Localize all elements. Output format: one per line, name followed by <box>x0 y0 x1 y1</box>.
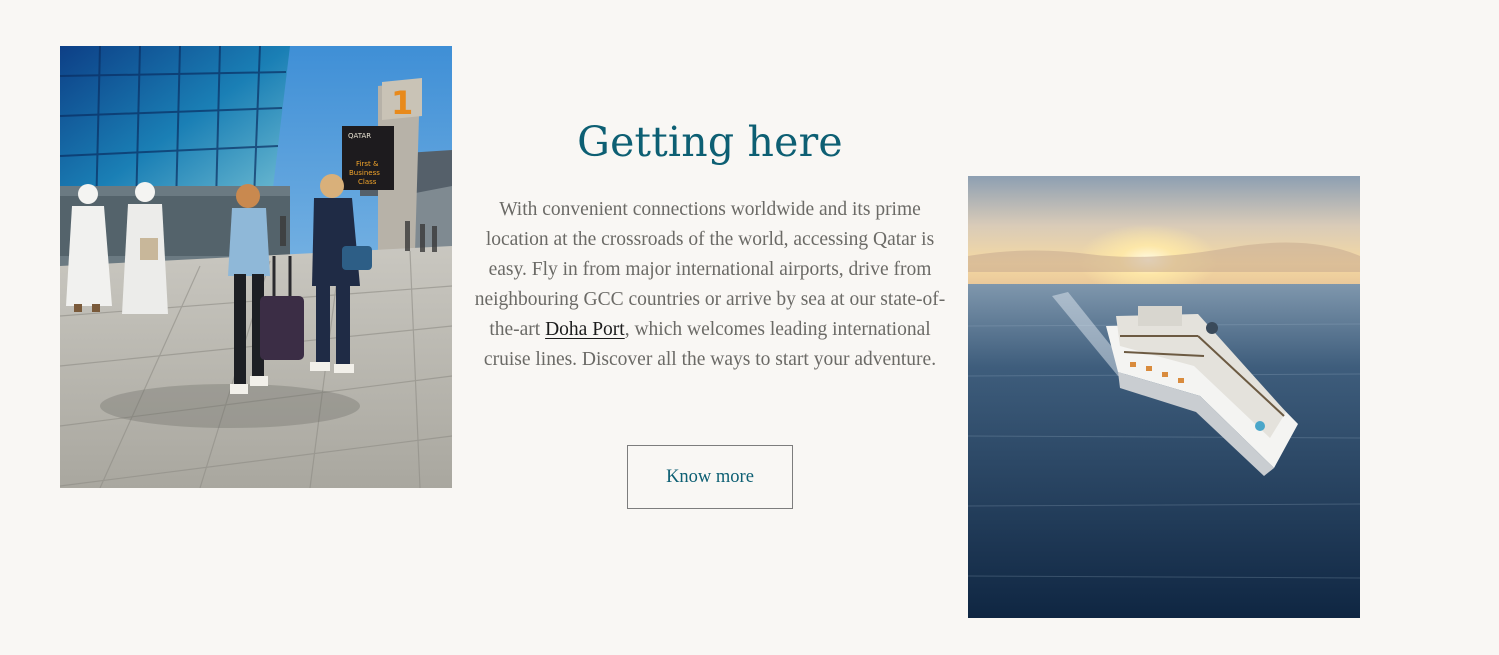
sign-line-2: Business <box>349 169 380 177</box>
sign-number: 1 <box>391 84 413 122</box>
sign-brand: QATAR <box>348 132 371 140</box>
section-title: Getting here <box>577 118 843 166</box>
getting-here-section: Getting here With convenient connections… <box>462 114 958 375</box>
section-description: With convenient connections worldwide an… <box>462 195 958 375</box>
know-more-button[interactable]: Know more <box>627 445 793 509</box>
sign-line-3: Class <box>358 178 377 186</box>
doha-port-link[interactable]: Doha Port <box>545 319 625 340</box>
cruise-ship-illustration <box>968 176 1360 618</box>
airport-photo: 1 QATAR First & Business Class <box>60 46 452 488</box>
airport-illustration: 1 QATAR First & Business Class <box>60 46 452 488</box>
sign-line-1: First & <box>356 160 379 168</box>
cruise-ship-photo <box>968 176 1360 618</box>
